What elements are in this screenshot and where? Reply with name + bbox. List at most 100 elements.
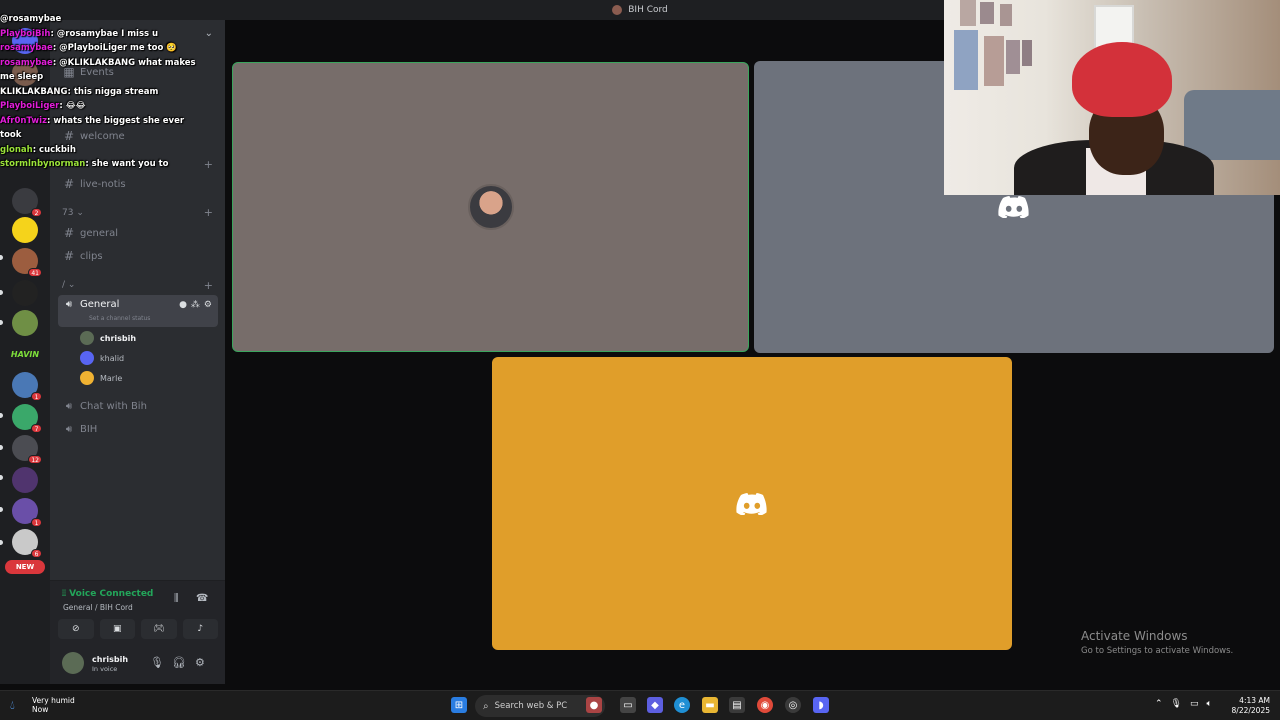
unread-indicator [0, 255, 3, 260]
gear-icon[interactable]: ⚙ [204, 300, 212, 310]
discord-icon[interactable]: ◗ [813, 697, 829, 713]
gear-icon[interactable]: ⚙ [195, 656, 205, 669]
server-icon[interactable] [12, 280, 38, 306]
server-icon[interactable]: 6 [12, 529, 42, 558]
webcam-overlay [944, 0, 1280, 195]
soundboard-icon: ♪ [197, 624, 204, 634]
chevron-up-icon[interactable]: ⌃ [1155, 699, 1163, 709]
channel-label: BIH [80, 423, 98, 435]
file-explorer-icon[interactable]: ▬ [702, 697, 718, 713]
weather-sub: Now [32, 705, 49, 714]
chat-message: PlayboiLiger: 😂😂 [0, 99, 225, 114]
add-channel-icon[interactable]: + [204, 279, 213, 292]
chat-icon[interactable]: ● [179, 300, 187, 310]
edge-icon[interactable]: e [674, 697, 690, 713]
unread-badge: 12 [28, 455, 42, 464]
voice-location[interactable]: General / BIH Cord [63, 603, 133, 612]
server-icon[interactable]: 1 [12, 498, 42, 527]
server-icon[interactable]: 12 [12, 435, 42, 464]
copilot-icon[interactable]: ● [586, 697, 602, 713]
chrome-icon[interactable]: ◉ [757, 697, 773, 713]
chat-text: : @KLIKLAKBANG what makes [52, 57, 196, 68]
wall-poster [954, 30, 978, 90]
voice-status-label: Voice Connected [69, 589, 154, 599]
unread-badge: 1 [31, 392, 42, 401]
disconnect-icon[interactable]: ☎ [196, 593, 208, 604]
server-icon[interactable]: 41 [12, 248, 42, 277]
speaker-icon: 🔊︎ [65, 400, 73, 412]
category-header[interactable]: 73 ⌄ [62, 208, 84, 218]
category-header[interactable]: / ⌄ [62, 280, 75, 290]
voice-channel-bih[interactable]: 🔊︎ BIH [58, 419, 218, 439]
video-tile-user-1[interactable] [232, 62, 749, 352]
server-icon[interactable] [12, 467, 38, 493]
voice-user[interactable]: Marle [80, 370, 122, 386]
activity-button[interactable]: 🎮︎ [141, 619, 177, 639]
channel-status[interactable]: Set a channel status [89, 315, 150, 322]
username[interactable]: chrisbih [92, 655, 128, 664]
new-mentions-badge[interactable]: NEW [5, 560, 45, 574]
screen: BIH Cord 2 41 HAVIN 1 7 12 1 6 NEW ⌄ ▦ Events # … [0, 0, 1280, 720]
voice-user-name: chrisbih [100, 333, 137, 343]
chat-username: rosamybae [0, 57, 53, 68]
unread-indicator [0, 413, 3, 418]
voice-channel-chat-with-bih[interactable]: 🔊︎ Chat with Bih [58, 396, 218, 416]
invite-icon[interactable]: ⁂ [191, 300, 200, 310]
obs-icon[interactable]: ◎ [785, 697, 801, 713]
channel-general[interactable]: # general [58, 223, 218, 243]
server-icon[interactable]: 1 [12, 372, 42, 401]
unread-indicator [0, 445, 3, 450]
voice-connected-panel: ⦙⦙ Voice Connected General / BIH Cord ⫼ … [50, 580, 225, 644]
avatar [80, 331, 94, 345]
widgets-icon[interactable]: ◆ [647, 697, 663, 713]
chat-text: @rosamybae [0, 14, 62, 24]
chat-message: PlayboiBih: @rosamybae I miss u [0, 27, 225, 42]
voice-user[interactable]: khalid [80, 350, 124, 366]
soundboard-button[interactable]: ♪ [182, 619, 218, 639]
voice-user[interactable]: chrisbih [80, 330, 136, 346]
chat-username: PlayboiBih [0, 28, 51, 39]
hash-icon: # [63, 226, 75, 240]
speaker-icon[interactable]: 🔈︎ [1207, 699, 1212, 709]
channel-label: clips [80, 250, 103, 262]
chat-text: me sleep [0, 72, 44, 82]
wall-poster [1000, 4, 1012, 26]
start-icon[interactable]: ⊞ [451, 697, 467, 713]
server-icon[interactable]: 7 [12, 404, 42, 433]
server-icon[interactable]: 2 [12, 188, 42, 217]
avatar[interactable] [62, 652, 84, 674]
microphone-icon[interactable]: 🎙︎ [150, 656, 164, 669]
activate-windows-watermark: Activate Windows Go to Settings to activ… [1081, 629, 1233, 656]
unread-badge: 41 [28, 268, 42, 277]
noise-suppression-icon[interactable]: ⫼ [174, 593, 179, 604]
camera-button[interactable]: ⊘ [58, 619, 94, 639]
chat-text: : cuckbih [32, 144, 76, 155]
server-icon[interactable]: HAVIN [10, 342, 40, 368]
task-view-icon[interactable]: ▭ [620, 697, 636, 713]
channel-live-notis[interactable]: # live-notis [58, 174, 218, 194]
chat-text: took [0, 130, 22, 140]
chat-username: stormlnbynorman [0, 159, 86, 169]
unread-indicator [0, 507, 3, 512]
video-tile-user-3[interactable] [492, 357, 1012, 650]
clock-date: 8/22/2025 [1231, 706, 1270, 715]
unread-indicator [0, 540, 3, 545]
voice-channel-general[interactable]: 🔊︎ General Set a channel status ● ⁂ ⚙ [58, 295, 218, 327]
couch [1184, 90, 1280, 160]
server-icon[interactable] [12, 217, 38, 243]
taskbar: 💧︎ Very humid Now ⊞ ⌕ Search web & PC ● … [0, 690, 1280, 720]
hash-icon: # [63, 249, 75, 263]
microphone-icon[interactable]: 🎙︎ [1171, 699, 1182, 709]
category-label: 73 [62, 208, 74, 218]
weather-widget[interactable]: 💧︎ Very humid Now [10, 696, 75, 714]
screen-share-button[interactable]: ▣ [99, 619, 135, 639]
clock[interactable]: 4:13 AM 8/22/2025 [1230, 696, 1270, 716]
add-channel-icon[interactable]: + [204, 206, 213, 219]
activate-subtitle: Go to Settings to activate Windows. [1081, 646, 1234, 656]
server-icon[interactable] [12, 310, 38, 336]
display-icon[interactable]: ▭ [1190, 699, 1199, 709]
store-icon[interactable]: ▤ [729, 697, 745, 713]
headphones-icon[interactable]: 🎧︎ [172, 656, 186, 669]
channel-clips[interactable]: # clips [58, 246, 218, 266]
voice-status[interactable]: ⦙⦙ Voice Connected [62, 589, 153, 599]
